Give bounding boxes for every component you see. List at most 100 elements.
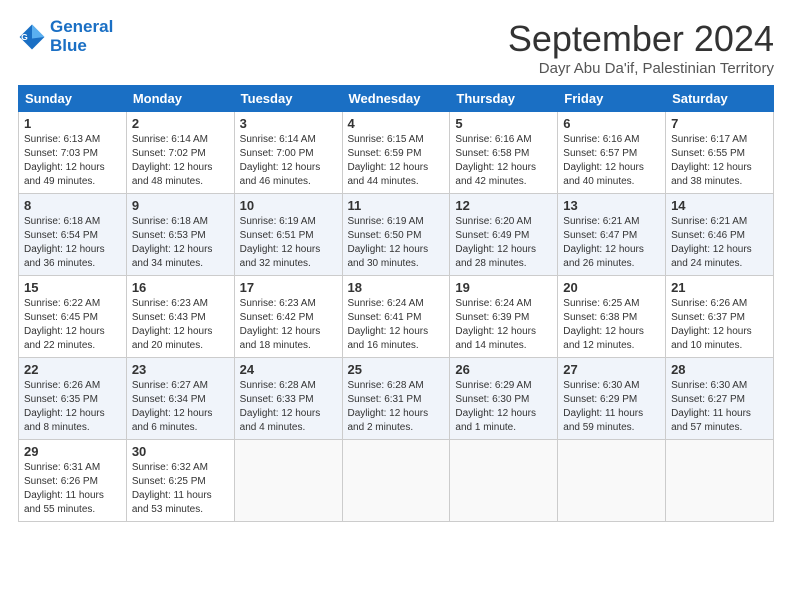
svg-text:G: G [21, 32, 28, 42]
col-header-sunday: Sunday [19, 86, 127, 112]
logo-blue: Blue [50, 36, 87, 55]
day-number: 16 [132, 280, 229, 295]
day-number: 10 [240, 198, 337, 213]
calendar-cell: 27Sunrise: 6:30 AMSunset: 6:29 PMDayligh… [558, 358, 666, 440]
day-info: Sunrise: 6:13 AMSunset: 7:03 PMDaylight:… [24, 133, 121, 189]
day-number: 12 [455, 198, 552, 213]
day-info: Sunrise: 6:19 AMSunset: 6:50 PMDaylight:… [348, 215, 445, 271]
day-number: 13 [563, 198, 660, 213]
calendar-cell: 10 Sunrise: 6:19 AMSunset: 6:51 PMDayligh… [234, 194, 342, 276]
calendar-header-row: SundayMondayTuesdayWednesdayThursdayFrid… [19, 86, 774, 112]
logo-general: General [50, 17, 113, 36]
day-info: Sunrise: 6:15 AMSunset: 6:59 PMDaylight:… [348, 133, 445, 189]
calendar-cell: 1 Sunrise: 6:13 AMSunset: 7:03 PMDaylight… [19, 112, 127, 194]
day-number: 9 [132, 198, 229, 213]
calendar-cell: 13 Sunrise: 6:21 AMSunset: 6:47 PMDayligh… [558, 194, 666, 276]
day-info: Sunrise: 6:22 AMSunset: 6:45 PMDaylight:… [24, 297, 121, 353]
day-number: 15 [24, 280, 121, 295]
day-info: Sunrise: 6:14 AMSunset: 7:02 PMDaylight:… [132, 133, 229, 189]
calendar-cell: 23 Sunrise: 6:27 AMSunset: 6:34 PMDayligh… [126, 358, 234, 440]
day-number: 14 [671, 198, 768, 213]
day-info: Sunrise: 6:21 AMSunset: 6:47 PMDaylight:… [563, 215, 660, 271]
col-header-thursday: Thursday [450, 86, 558, 112]
calendar-cell: 18Sunrise: 6:24 AMSunset: 6:41 PMDayligh… [342, 276, 450, 358]
day-number: 7 [671, 116, 768, 131]
day-info: Sunrise: 6:26 AMSunset: 6:37 PMDaylight:… [671, 297, 768, 353]
day-number: 2 [132, 116, 229, 131]
day-number: 26 [455, 362, 552, 377]
month-title: September 2024 [508, 18, 774, 60]
day-info: Sunrise: 6:23 AMSunset: 6:42 PMDaylight:… [240, 297, 337, 353]
calendar-cell: 7Sunrise: 6:17 AMSunset: 6:55 PMDaylight… [666, 112, 774, 194]
day-number: 11 [348, 198, 445, 213]
day-info: Sunrise: 6:25 AMSunset: 6:38 PMDaylight:… [563, 297, 660, 353]
day-number: 27 [563, 362, 660, 377]
day-number: 8 [24, 198, 121, 213]
calendar-cell: 14 Sunrise: 6:21 AMSunset: 6:46 PMDayligh… [666, 194, 774, 276]
day-info: Sunrise: 6:16 AMSunset: 6:58 PMDaylight:… [455, 133, 552, 189]
day-info: Sunrise: 6:24 AMSunset: 6:39 PMDaylight:… [455, 297, 552, 353]
day-info: Sunrise: 6:28 AMSunset: 6:33 PMDaylight:… [240, 379, 337, 435]
day-number: 20 [563, 280, 660, 295]
calendar-cell: 2 Sunrise: 6:14 AMSunset: 7:02 PMDaylight… [126, 112, 234, 194]
day-info: Sunrise: 6:26 AMSunset: 6:35 PMDaylight:… [24, 379, 121, 435]
col-header-monday: Monday [126, 86, 234, 112]
day-info: Sunrise: 6:27 AMSunset: 6:34 PMDaylight:… [132, 379, 229, 435]
day-number: 23 [132, 362, 229, 377]
calendar-cell [342, 440, 450, 522]
day-info: Sunrise: 6:28 AMSunset: 6:31 PMDaylight:… [348, 379, 445, 435]
calendar-cell [558, 440, 666, 522]
day-info: Sunrise: 6:14 AMSunset: 7:00 PMDaylight:… [240, 133, 337, 189]
calendar-cell: 9 Sunrise: 6:18 AMSunset: 6:53 PMDaylight… [126, 194, 234, 276]
day-number: 28 [671, 362, 768, 377]
col-header-saturday: Saturday [666, 86, 774, 112]
day-number: 24 [240, 362, 337, 377]
day-number: 19 [455, 280, 552, 295]
day-info: Sunrise: 6:19 AMSunset: 6:51 PMDaylight:… [240, 215, 337, 271]
calendar-cell: 28 Sunrise: 6:30 AMSunset: 6:27 PMDayligh… [666, 358, 774, 440]
calendar-week-row: 8 Sunrise: 6:18 AMSunset: 6:54 PMDaylight… [19, 194, 774, 276]
day-number: 29 [24, 444, 121, 459]
logo-text: General Blue [50, 18, 113, 55]
calendar-cell [450, 440, 558, 522]
title-block: September 2024 Dayr Abu Da'if, Palestini… [508, 18, 774, 77]
calendar-cell [666, 440, 774, 522]
calendar-cell: 25 Sunrise: 6:28 AMSunset: 6:31 PMDayligh… [342, 358, 450, 440]
calendar-cell: 15 Sunrise: 6:22 AMSunset: 6:45 PMDayligh… [19, 276, 127, 358]
calendar-cell: 24 Sunrise: 6:28 AMSunset: 6:33 PMDayligh… [234, 358, 342, 440]
day-number: 1 [24, 116, 121, 131]
calendar-cell [234, 440, 342, 522]
location-subtitle: Dayr Abu Da'if, Palestinian Territory [508, 60, 774, 77]
day-number: 5 [455, 116, 552, 131]
day-info: Sunrise: 6:20 AMSunset: 6:49 PMDaylight:… [455, 215, 552, 271]
calendar-week-row: 29Sunrise: 6:31 AMSunset: 6:26 PMDayligh… [19, 440, 774, 522]
calendar-cell: 22Sunrise: 6:26 AMSunset: 6:35 PMDayligh… [19, 358, 127, 440]
logo: G General Blue [18, 18, 113, 55]
calendar-cell: 6 Sunrise: 6:16 AMSunset: 6:57 PMDaylight… [558, 112, 666, 194]
day-info: Sunrise: 6:30 AMSunset: 6:27 PMDaylight:… [671, 379, 768, 435]
day-info: Sunrise: 6:21 AMSunset: 6:46 PMDaylight:… [671, 215, 768, 271]
day-info: Sunrise: 6:18 AMSunset: 6:53 PMDaylight:… [132, 215, 229, 271]
header: G General Blue September 2024 Dayr Abu D… [18, 18, 774, 77]
day-number: 30 [132, 444, 229, 459]
calendar-cell: 17Sunrise: 6:23 AMSunset: 6:42 PMDayligh… [234, 276, 342, 358]
calendar-cell: 16 Sunrise: 6:23 AMSunset: 6:43 PMDayligh… [126, 276, 234, 358]
calendar-week-row: 15 Sunrise: 6:22 AMSunset: 6:45 PMDayligh… [19, 276, 774, 358]
day-info: Sunrise: 6:32 AMSunset: 6:25 PMDaylight:… [132, 461, 229, 517]
day-info: Sunrise: 6:24 AMSunset: 6:41 PMDaylight:… [348, 297, 445, 353]
col-header-tuesday: Tuesday [234, 86, 342, 112]
page: G General Blue September 2024 Dayr Abu D… [0, 0, 792, 532]
day-info: Sunrise: 6:18 AMSunset: 6:54 PMDaylight:… [24, 215, 121, 271]
calendar-cell: 19 Sunrise: 6:24 AMSunset: 6:39 PMDayligh… [450, 276, 558, 358]
calendar-cell: 30 Sunrise: 6:32 AMSunset: 6:25 PMDayligh… [126, 440, 234, 522]
day-number: 21 [671, 280, 768, 295]
day-number: 6 [563, 116, 660, 131]
calendar-cell: 20 Sunrise: 6:25 AMSunset: 6:38 PMDayligh… [558, 276, 666, 358]
day-info: Sunrise: 6:16 AMSunset: 6:57 PMDaylight:… [563, 133, 660, 189]
calendar-cell: 26Sunrise: 6:29 AMSunset: 6:30 PMDayligh… [450, 358, 558, 440]
calendar-cell: 5 Sunrise: 6:16 AMSunset: 6:58 PMDaylight… [450, 112, 558, 194]
day-number: 3 [240, 116, 337, 131]
day-number: 25 [348, 362, 445, 377]
day-info: Sunrise: 6:23 AMSunset: 6:43 PMDaylight:… [132, 297, 229, 353]
calendar-week-row: 1 Sunrise: 6:13 AMSunset: 7:03 PMDaylight… [19, 112, 774, 194]
